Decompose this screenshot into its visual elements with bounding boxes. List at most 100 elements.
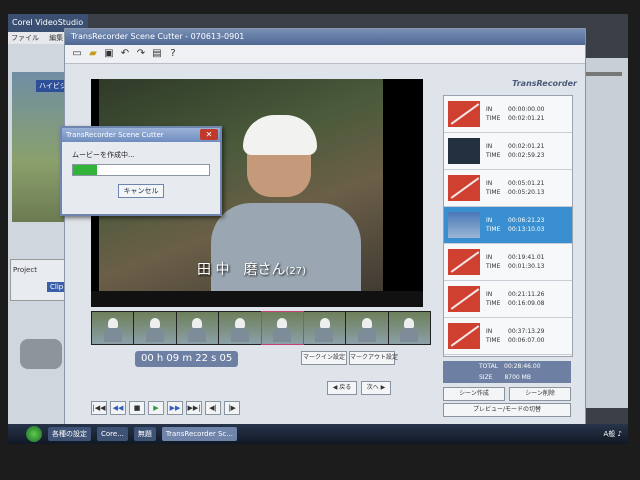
jump-end-icon[interactable]: ▶▶| <box>186 401 202 415</box>
scene-in-value: 00:02:01.21 <box>508 143 545 150</box>
close-icon[interactable]: ✕ <box>200 129 218 140</box>
scene-in-value: 00:37:13.29 <box>508 328 545 335</box>
scene-thumbnail <box>448 286 480 312</box>
taskbar-item[interactable]: Core... <box>97 427 128 441</box>
jump-start-icon[interactable]: |◀◀ <box>91 401 107 415</box>
frame-thumbnail[interactable] <box>176 312 219 344</box>
scene-thumbnail <box>448 323 480 349</box>
scene-time-value: 00:16:09.08 <box>508 300 545 307</box>
scene-info: IN 00:06:21.23 TIME 00:13:10.03 <box>486 216 545 234</box>
monitor: Corel VideoStudio ファイル 編集 ハイビジ Project C… <box>0 0 640 480</box>
scene-info: IN 00:05:01.21 TIME 00:05:20.13 <box>486 179 545 197</box>
total-duration: TOTAL 00:28:46.00 <box>479 363 541 370</box>
menu-edit[interactable]: 編集 <box>49 34 63 42</box>
scene-thumbnail <box>448 101 480 127</box>
cancel-button[interactable]: キャンセル <box>118 184 164 198</box>
total-summary: TOTAL 00:28:46.00 SIZE 8700 MB <box>443 361 571 383</box>
help-icon[interactable]: ? <box>167 48 179 60</box>
menu-file[interactable]: ファイル <box>11 34 39 42</box>
frame-thumbnail[interactable] <box>219 312 261 344</box>
scene-add-button[interactable]: シーン作成 <box>443 387 505 401</box>
preview-mode-button[interactable]: プレビュー/モードの切替 <box>443 403 571 417</box>
scene-in-label: IN <box>486 328 493 335</box>
scene-time-value: 00:13:10.03 <box>508 226 545 233</box>
scene-in-value: 00:21:11.26 <box>508 291 545 298</box>
scene-info: IN 00:21:11.26 TIME 00:16:09.08 <box>486 290 545 308</box>
video-letterbox <box>91 291 423 307</box>
start-button-icon[interactable] <box>26 426 42 442</box>
person-cap <box>243 115 317 155</box>
frame-thumbnail[interactable] <box>92 312 134 344</box>
scene-in-value: 00:05:01.21 <box>508 180 545 187</box>
open-folder-icon[interactable]: ▰ <box>87 48 99 60</box>
scene-time-label: TIME <box>486 152 501 159</box>
scene-item[interactable]: IN 00:05:01.21 TIME 00:05:20.13 <box>444 170 572 207</box>
mark-out-button[interactable]: マークアウト設定 <box>349 351 398 365</box>
prev-button[interactable]: ◀ 戻る <box>327 381 357 395</box>
scene-info: IN 00:00:00.00 TIME 00:02:01.21 <box>486 105 545 123</box>
fast-forward-icon[interactable]: ▶▶ <box>167 401 183 415</box>
scene-info: IN 00:02:01.21 TIME 00:02:59.23 <box>486 142 545 160</box>
scene-time-value: 00:01:30.13 <box>508 263 545 270</box>
undo-icon[interactable]: ↶ <box>119 48 131 60</box>
scene-time-label: TIME <box>486 226 501 233</box>
camera-icon <box>20 339 62 369</box>
scene-time-label: TIME <box>486 300 501 307</box>
scene-time-label: TIME <box>486 337 501 344</box>
taskbar-item[interactable]: 無題 <box>133 427 156 441</box>
frame-thumbnail-selected[interactable] <box>260 311 304 345</box>
settings-icon[interactable]: ▤ <box>151 48 163 60</box>
scene-in-value: 00:19:41.01 <box>508 254 545 261</box>
rewind-icon[interactable]: ◀◀ <box>110 401 126 415</box>
taskbar-item[interactable]: 各種の設定 <box>48 427 91 441</box>
scene-item[interactable]: IN 00:06:21.23 TIME 00:13:10.03 <box>444 207 572 244</box>
frame-thumbnail[interactable] <box>134 312 176 344</box>
scene-item[interactable]: IN 00:19:41.01 TIME 00:01:30.13 <box>444 244 572 281</box>
scene-thumbnail <box>448 175 480 201</box>
taskbar-item-active[interactable]: TransRecorder Sc... <box>161 427 237 441</box>
scene-thumbnail <box>448 249 480 275</box>
scene-time-value: 00:02:01.21 <box>508 115 545 122</box>
scene-item[interactable]: IN 00:02:01.21 TIME 00:02:59.23 <box>444 133 572 170</box>
frame-thumbnail[interactable] <box>346 312 388 344</box>
scene-time-value: 00:05:20.13 <box>508 189 545 196</box>
timecode-display[interactable]: 00 h 09 m 22 s 05 <box>135 351 239 367</box>
mark-in-button[interactable]: マークイン設定 <box>301 351 347 365</box>
scene-in-label: IN <box>486 143 493 150</box>
scene-in-label: IN <box>486 254 493 261</box>
step-back-icon[interactable]: ◀| <box>205 401 221 415</box>
zoom-slider[interactable] <box>582 72 622 76</box>
play-icon[interactable]: ▶ <box>148 401 164 415</box>
scene-info: IN 00:19:41.01 TIME 00:01:30.13 <box>486 253 545 271</box>
subtitle-name: 田 中 磨さん <box>197 262 286 278</box>
progress-dialog: TransRecorder Scene Cutter ✕ ムービーを作成中...… <box>60 126 222 216</box>
scene-time-value: 00:02:59.23 <box>508 152 545 159</box>
frame-thumbnail[interactable] <box>303 312 346 344</box>
brand-logo: TransRecorder <box>512 79 577 88</box>
dialog-title: TransRecorder Scene Cutter <box>62 128 220 142</box>
scene-item[interactable]: IN 00:00:00.00 TIME 00:02:01.21 <box>444 96 572 133</box>
scene-in-label: IN <box>486 217 493 224</box>
stop-icon[interactable]: ■ <box>129 401 145 415</box>
new-icon[interactable]: ▭ <box>71 48 83 60</box>
next-button[interactable]: 次へ ▶ <box>361 381 391 395</box>
scene-item[interactable]: IN 00:21:11.26 TIME 00:16:09.08 <box>444 281 572 318</box>
toolbar: ▭ ▰ ▣ ↶ ↷ ▤ ? <box>65 45 585 64</box>
step-forward-icon[interactable]: |▶ <box>224 401 240 415</box>
scene-in-label: IN <box>486 180 493 187</box>
video-subtitle: 田 中 磨さん(27) <box>197 259 306 279</box>
scene-in-value: 00:06:21.23 <box>508 217 545 224</box>
redo-icon[interactable]: ↷ <box>135 48 147 60</box>
progress-bar <box>72 164 210 176</box>
frame-thumbnail-strip <box>91 311 431 345</box>
save-icon[interactable]: ▣ <box>103 48 115 60</box>
scene-info: IN 00:37:13.29 TIME 00:06:07.00 <box>486 327 545 345</box>
scene-delete-button[interactable]: シーン削除 <box>509 387 571 401</box>
dialog-message: ムービーを作成中... <box>72 151 135 159</box>
scene-time-label: TIME <box>486 263 501 270</box>
frame-thumbnail[interactable] <box>388 312 430 344</box>
subtitle-age: (27) <box>285 266 306 277</box>
scene-item[interactable]: IN 00:37:13.29 TIME 00:06:07.00 <box>444 318 572 355</box>
screen: Corel VideoStudio ファイル 編集 ハイビジ Project C… <box>8 14 628 444</box>
scene-cutter-window: TransRecorder Scene Cutter - 070613-0901… <box>64 28 586 426</box>
